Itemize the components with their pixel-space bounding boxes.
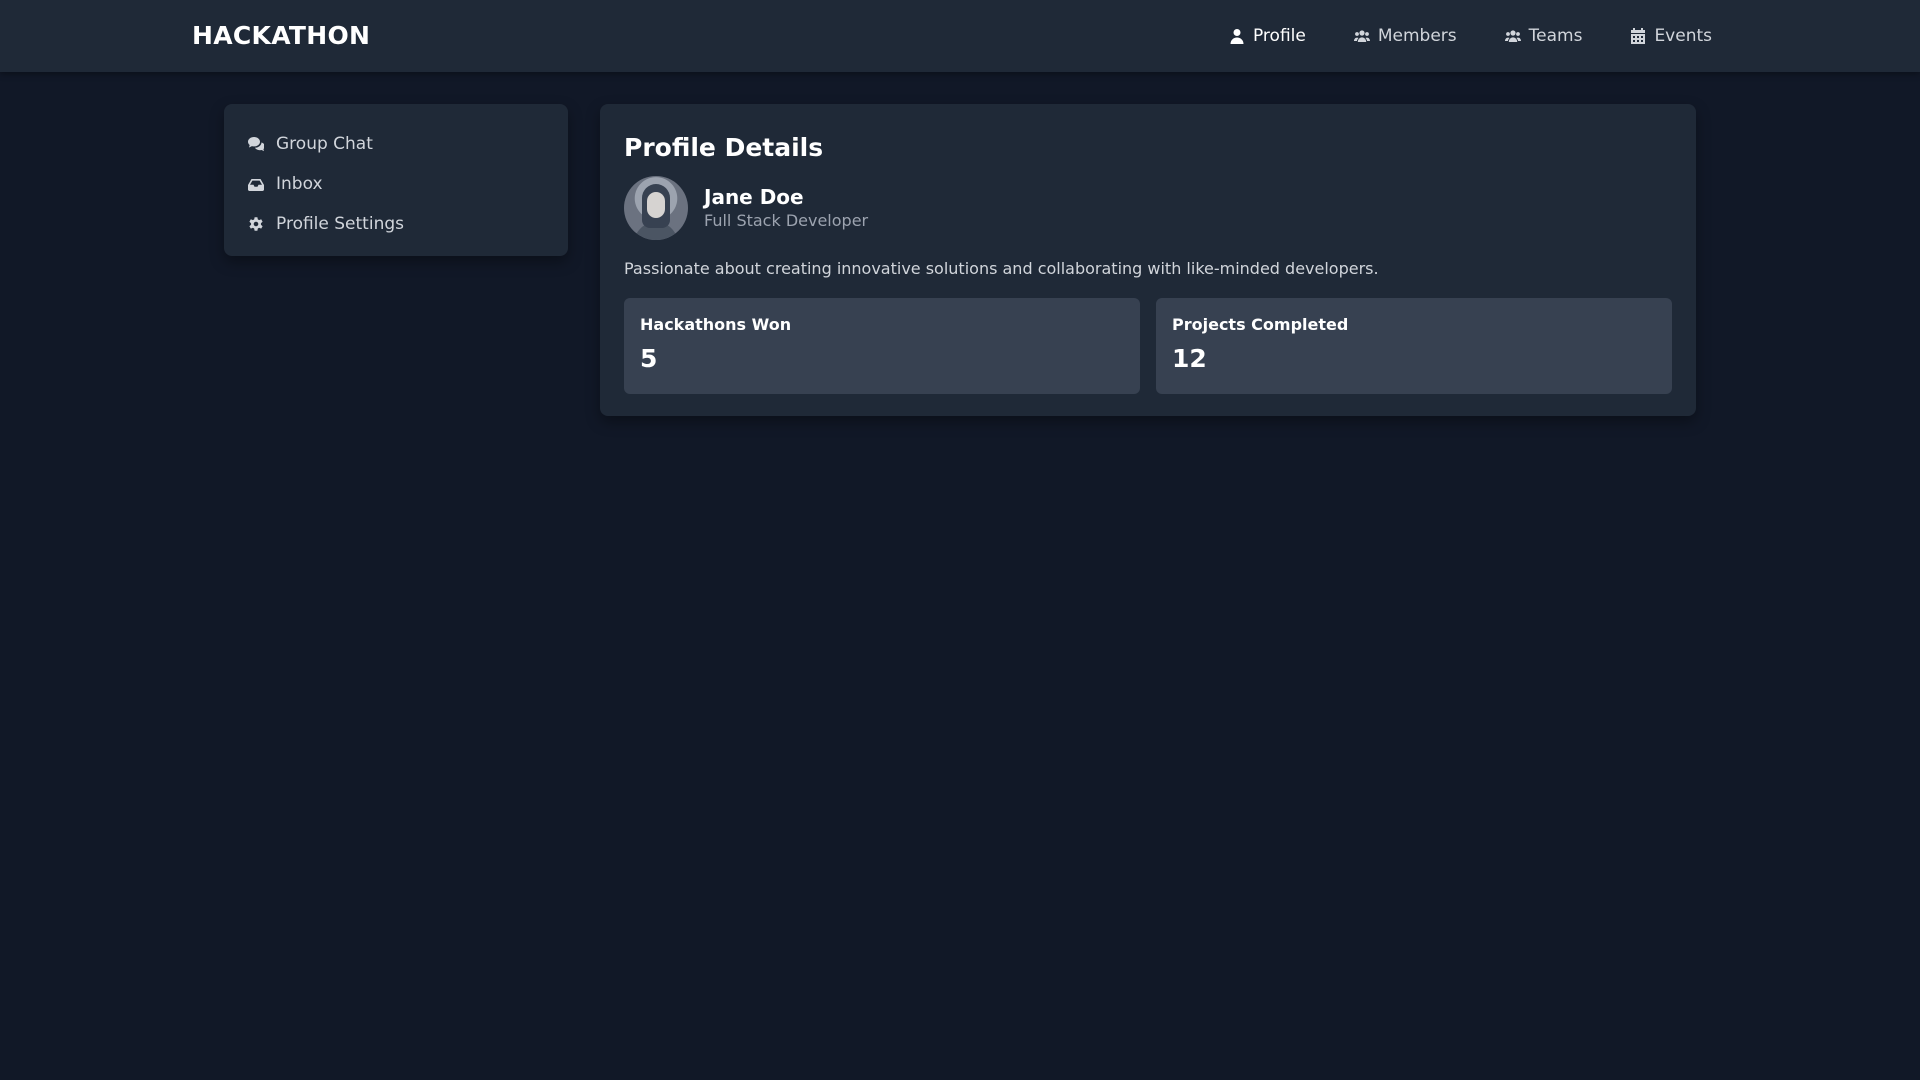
sidebar-item-label: Profile Settings <box>276 214 404 234</box>
stat-value: 12 <box>1172 344 1207 373</box>
inbox-icon <box>248 179 264 191</box>
main-nav: Profile Members Teams Events <box>1229 0 1712 72</box>
nav-item-label: Events <box>1654 26 1712 46</box>
user-icon <box>1230 29 1244 44</box>
nav-item-label: Members <box>1377 26 1457 46</box>
nav-item-label: Teams <box>1528 26 1583 46</box>
nav-item-profile[interactable]: Profile <box>1229 26 1306 46</box>
stat-card-hackathons-won: Hackathons Won 5 <box>624 298 1140 394</box>
stats-row: Hackathons Won 5 Projects Completed 12 <box>624 298 1672 394</box>
sidebar-item-inbox[interactable]: Inbox <box>248 164 544 204</box>
sidebar-item-profile-settings[interactable]: Profile Settings <box>248 204 544 244</box>
nav-item-events[interactable]: Events <box>1630 26 1712 46</box>
profile-role: Full Stack Developer <box>704 211 869 230</box>
top-navbar: HACKATHON Profile Members Teams Events <box>0 0 1920 72</box>
gear-icon <box>249 217 263 231</box>
stat-label: Projects Completed <box>1172 315 1349 334</box>
nav-item-teams[interactable]: Teams <box>1504 26 1583 46</box>
users-icon <box>1504 30 1521 42</box>
stat-card-projects-completed: Projects Completed 12 <box>1156 298 1672 394</box>
calendar-icon <box>1631 28 1646 44</box>
nav-item-members[interactable]: Members <box>1353 26 1457 46</box>
page-title: Profile Details <box>624 133 824 162</box>
avatar <box>624 176 688 240</box>
users-icon <box>1353 30 1370 42</box>
sidebar-item-label: Group Chat <box>276 134 373 154</box>
stat-value: 5 <box>640 344 658 373</box>
profile-header: Jane Doe Full Stack Developer <box>624 176 1672 240</box>
brand-logo[interactable]: HACKATHON <box>192 0 370 72</box>
sidebar-item-label: Inbox <box>276 174 323 194</box>
profile-name: Jane Doe <box>704 185 804 209</box>
profile-bio: Passionate about creating innovative sol… <box>624 259 1379 278</box>
chat-bubbles-icon <box>248 137 264 152</box>
sidebar: Group Chat Inbox Profile Settings <box>224 104 568 256</box>
nav-item-label: Profile <box>1252 26 1306 46</box>
profile-identity: Jane Doe Full Stack Developer <box>704 184 868 232</box>
sidebar-item-group-chat[interactable]: Group Chat <box>248 124 544 164</box>
profile-details-card: Profile Details Jane Doe Full Stack Deve… <box>600 104 1696 416</box>
stat-label: Hackathons Won <box>640 315 792 334</box>
